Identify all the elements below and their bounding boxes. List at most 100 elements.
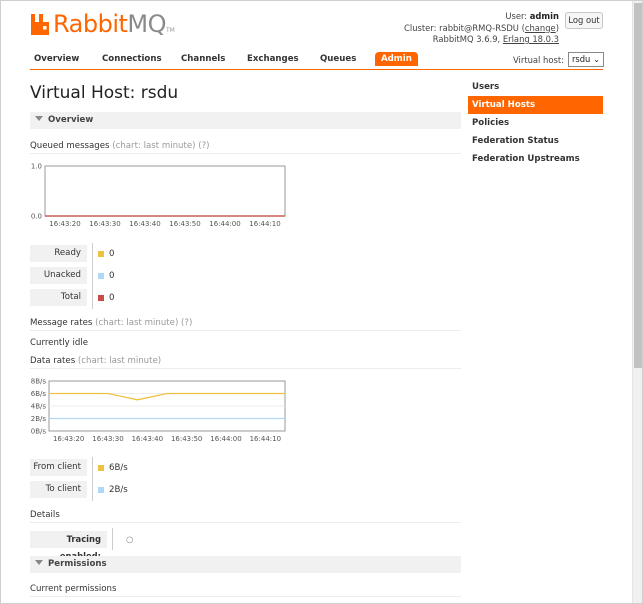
legend-total: Total 0	[30, 286, 115, 309]
tab-overview[interactable]: Overview	[34, 54, 79, 64]
queued-messages-heading: Queued messages (chart: last minute) (?)	[30, 141, 461, 154]
rates-chart-hint[interactable]: (chart: last minute) (?)	[95, 318, 192, 328]
rabbit-logo-icon	[30, 13, 50, 35]
queued-messages-chart: 1.0 0.0 16:43:20 16:43:30 16:43:40 16:43:50 16…	[31, 163, 286, 228]
legend-ready-swatch	[98, 250, 104, 257]
x-tick-label: 16:44:00	[209, 220, 240, 228]
legend-total-value: 0	[109, 292, 115, 303]
cluster-name: rabbit@RMQ-RSDU	[439, 22, 519, 33]
overview-section-label: Overview	[48, 115, 94, 125]
tracing-row: Tracing enabled: ○	[30, 528, 134, 561]
y-tick-label: 6B/s	[31, 390, 47, 398]
data-rates-chart: 8B/s 6B/s 4B/s 2B/s 0B/s 16:43:20 16:43:30 16:4…	[31, 378, 286, 443]
vhost-selector: Virtual host: rsdu ⌄	[513, 52, 604, 67]
legend-unacked-value: 0	[109, 270, 115, 281]
current-permissions-heading: Current permissions	[30, 584, 461, 597]
vhost-select[interactable]: rsdu ⌄	[567, 52, 604, 67]
user-label: User:	[505, 11, 528, 21]
rates-title: Message rates	[30, 318, 93, 328]
vhost-label: Virtual host:	[513, 54, 564, 65]
overview-section-header[interactable]: Overview	[30, 112, 461, 129]
legend-separator	[92, 286, 93, 309]
details-title: Details	[30, 510, 60, 520]
y-tick-label: 4B/s	[31, 403, 47, 411]
y-tick-label: 2B/s	[31, 415, 47, 423]
tab-admin[interactable]: Admin	[375, 52, 418, 66]
data-rates-heading: Data rates (chart: last minute)	[30, 356, 461, 369]
version-text: RabbitMQ 3.6.9,	[432, 34, 501, 44]
legend-from-client-swatch	[98, 464, 104, 471]
collapse-triangle-icon	[35, 560, 43, 565]
queued-title: Queued messages	[30, 141, 110, 151]
legend-total-swatch	[98, 294, 104, 301]
scrollbar-thumb[interactable]	[634, 3, 642, 368]
x-tick-label: 16:44:00	[210, 435, 241, 443]
vertical-scrollbar[interactable]	[632, 1, 642, 603]
x-tick-label: 16:43:30	[89, 220, 120, 228]
legend-separator	[92, 242, 93, 265]
cluster-label: Cluster:	[404, 22, 437, 33]
legend-to-client-swatch	[98, 486, 104, 493]
current-permissions-title: Current permissions	[30, 584, 117, 594]
legend-unacked: Unacked 0	[30, 264, 115, 287]
admin-sidebar: Users Virtual Hosts Policies Federation …	[468, 78, 603, 168]
user-info: User: admin Cluster: rabbit@RMQ-RSDU (ch…	[404, 11, 559, 46]
legend-to-client-label: To client	[30, 481, 87, 498]
tab-channels[interactable]: Channels	[181, 54, 225, 64]
legend-from-client-label: From client	[30, 459, 87, 476]
y-tick-label: 0B/s	[31, 428, 47, 436]
vhost-value: rsdu	[571, 54, 591, 64]
y-tick-label: 1.0	[31, 163, 42, 171]
y-tick-label: 8B/s	[31, 378, 47, 386]
brand-name: RabbitMQ	[53, 10, 167, 38]
sidebar-item-virtual-hosts[interactable]: Virtual Hosts	[468, 96, 603, 114]
cluster-line: Cluster: rabbit@RMQ-RSDU (change)	[404, 23, 559, 35]
currently-idle-text: Currently idle	[30, 338, 88, 348]
legend-ready: Ready 0	[30, 242, 114, 265]
legend-separator	[92, 478, 93, 501]
queued-chart-hint[interactable]: (chart: last minute) (?)	[112, 141, 209, 151]
collapse-triangle-icon	[35, 116, 43, 121]
sidebar-item-users[interactable]: Users	[468, 78, 603, 96]
x-tick-label: 16:43:50	[171, 435, 202, 443]
sidebar-item-federation-status[interactable]: Federation Status	[468, 132, 603, 150]
x-tick-label: 16:44:10	[250, 435, 281, 443]
tab-queues[interactable]: Queues	[320, 54, 356, 64]
legend-to-client: To client 2B/s	[30, 478, 128, 501]
legend-unacked-label: Unacked	[30, 267, 87, 284]
tracing-label: Tracing enabled:	[30, 530, 107, 561]
chevron-down-icon: ⌄	[593, 55, 600, 64]
x-tick-label: 16:43:40	[129, 220, 160, 228]
page-title-name: rsdu	[140, 83, 179, 103]
logout-button[interactable]: Log out	[565, 12, 603, 29]
legend-separator	[112, 528, 113, 550]
details-heading: Details	[30, 510, 461, 523]
permissions-section-header[interactable]: Permissions	[30, 556, 461, 573]
rabbitmq-logo[interactable]: RabbitMQ TM	[30, 10, 175, 38]
change-cluster-link[interactable]: change	[525, 23, 556, 33]
erlang-link[interactable]: Erlang 18.0.3	[503, 34, 559, 44]
y-tick-label: 0.0	[31, 213, 42, 221]
sidebar-item-policies[interactable]: Policies	[468, 114, 603, 132]
brand-mq: MQ	[127, 10, 167, 38]
legend-unacked-swatch	[98, 272, 104, 279]
tab-exchanges[interactable]: Exchanges	[247, 54, 299, 64]
sidebar-item-federation-upstreams[interactable]: Federation Upstreams	[468, 150, 603, 168]
chart-plot-area	[44, 165, 286, 217]
brand-rabbit: Rabbit	[53, 10, 128, 38]
tracing-status-icon: ○	[126, 534, 134, 544]
legend-from-client: From client 6B/s	[30, 456, 128, 479]
legend-separator	[92, 264, 93, 287]
data-chart-hint[interactable]: (chart: last minute)	[78, 356, 161, 366]
brand-tm: TM	[166, 27, 175, 34]
legend-from-client-value: 6B/s	[109, 462, 128, 473]
data-title: Data rates	[30, 356, 76, 366]
x-tick-label: 16:43:30	[92, 435, 123, 443]
tab-connections[interactable]: Connections	[102, 54, 162, 64]
legend-separator	[92, 456, 93, 479]
x-tick-label: 16:43:50	[169, 220, 200, 228]
version-line: RabbitMQ 3.6.9, Erlang 18.0.3	[404, 34, 559, 46]
permissions-section-label: Permissions	[48, 559, 107, 569]
legend-ready-label: Ready	[30, 245, 87, 262]
x-tick-label: 16:44:10	[249, 220, 280, 228]
